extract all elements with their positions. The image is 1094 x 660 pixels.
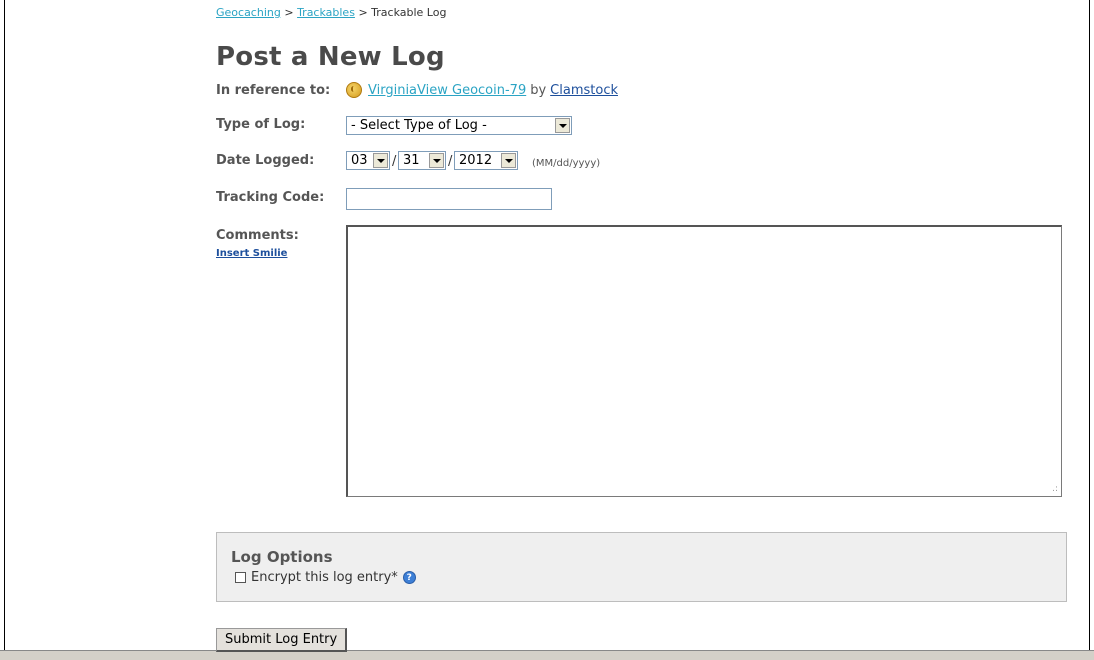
breadcrumb-geocaching-link[interactable]: Geocaching — [216, 6, 281, 19]
date-logged-label: Date Logged: — [216, 153, 315, 168]
breadcrumb-current: Trackable Log — [371, 6, 447, 19]
reference-line: VirginiaView Geocoin-79 by Clamstock — [346, 82, 618, 98]
log-type-selected: - Select Type of Log - — [351, 118, 487, 133]
year-select[interactable]: 2012 — [454, 151, 518, 170]
year-value: 2012 — [459, 153, 493, 168]
comments-label: Comments: — [216, 228, 299, 243]
insert-smilie-link[interactable]: Insert Smilie — [216, 248, 287, 259]
day-select[interactable]: 31 — [398, 151, 446, 170]
resize-grip-icon[interactable]: .: — [1052, 485, 1058, 494]
submit-log-button[interactable]: Submit Log Entry — [216, 628, 348, 652]
chevron-down-icon[interactable] — [555, 118, 570, 133]
page-title: Post a New Log — [216, 42, 445, 72]
day-value: 31 — [403, 153, 420, 168]
tracking-code-label: Tracking Code: — [216, 190, 325, 205]
date-separator: / — [448, 154, 453, 169]
owner-link[interactable]: Clamstock — [550, 83, 618, 98]
breadcrumb-separator: > — [358, 6, 368, 19]
encrypt-label[interactable]: Encrypt this log entry* — [251, 570, 398, 585]
chevron-down-icon[interactable] — [501, 153, 516, 168]
month-value: 03 — [351, 153, 368, 168]
by-text: by — [530, 82, 547, 98]
breadcrumb-separator: > — [284, 6, 294, 19]
breadcrumb-trackables-link[interactable]: Trackables — [297, 6, 355, 19]
month-select[interactable]: 03 — [346, 151, 390, 170]
log-options-panel: Log Options Encrypt this log entry* ? — [216, 532, 1067, 602]
trackable-link[interactable]: VirginiaView Geocoin-79 — [368, 83, 526, 98]
reference-label: In reference to: — [216, 83, 331, 98]
chevron-down-icon[interactable] — [373, 153, 388, 168]
tracking-code-input[interactable] — [346, 188, 552, 210]
date-separator: / — [392, 154, 397, 169]
log-options-heading: Log Options — [231, 548, 333, 566]
log-type-label: Type of Log: — [216, 117, 306, 132]
breadcrumb: Geocaching > Trackables > Trackable Log — [216, 6, 446, 19]
date-format-hint: (MM/dd/yyyy) — [532, 158, 601, 169]
geocoin-icon — [346, 82, 362, 98]
comments-textarea[interactable]: .: — [346, 225, 1062, 497]
encrypt-checkbox[interactable] — [235, 572, 246, 583]
log-type-select[interactable]: - Select Type of Log - — [346, 116, 572, 135]
encrypt-option: Encrypt this log entry* ? — [235, 570, 416, 585]
help-icon[interactable]: ? — [402, 571, 416, 584]
chevron-down-icon[interactable] — [429, 153, 444, 168]
